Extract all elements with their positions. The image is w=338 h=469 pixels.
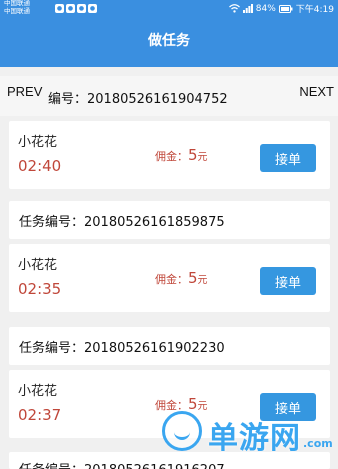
commission-label: 佣金： — [155, 150, 188, 163]
carrier-2: 中国联通 — [4, 6, 30, 15]
notification-icon: ● — [66, 4, 75, 13]
battery-percent: 84% — [255, 3, 276, 14]
watermark-text: 单游网 — [208, 421, 301, 456]
accept-task-button[interactable]: 接单 — [260, 267, 316, 295]
notification-icon: ● — [55, 4, 64, 13]
publisher-name: 小花花 — [18, 258, 58, 273]
task-time: 02:37 — [18, 406, 62, 424]
task-time: 02:40 — [18, 157, 62, 175]
page-title: 做任务 — [148, 33, 190, 49]
current-order-number: 编号：20180526161904752 — [48, 92, 228, 107]
task-order-number: 任务编号：20180526161859875 — [19, 215, 225, 230]
task-order-number: 任务编号：20180526161916207 — [19, 459, 225, 469]
task-time: 02:35 — [18, 280, 62, 298]
task-carousel-nav: PREV 编号：20180526161904752 NEXT — [0, 76, 338, 116]
watermark-suffix: .com — [303, 437, 333, 450]
notification-icons: ● ● ● ● — [55, 4, 97, 13]
battery-icon — [278, 4, 293, 13]
signal-icon — [242, 4, 253, 13]
accept-task-button[interactable]: 接单 — [260, 144, 316, 172]
task-id-row: 任务编号：20180526161859875 — [9, 201, 330, 239]
prev-button[interactable]: PREV — [7, 84, 42, 99]
commission-unit: 元 — [197, 152, 208, 163]
app-header: 中国联通 中国联通 ● ● ● ● 84% 下午4:19 做任务 — [0, 0, 338, 67]
next-button[interactable]: NEXT — [299, 84, 334, 99]
commission-amount: 5 — [188, 269, 198, 287]
task-id-row: 任务编号：20180526161902230 — [9, 327, 330, 365]
publisher-name: 小花花 — [18, 384, 58, 399]
notification-icon: ● — [88, 4, 97, 13]
status-bar: 中国联通 中国联通 ● ● ● ● 84% 下午4:19 — [0, 0, 338, 18]
task-card: 小花花 02:40 佣金：5元 接单 — [9, 121, 330, 189]
commission-amount: 5 — [188, 146, 198, 164]
carrier-labels: 中国联通 中国联通 — [4, 0, 30, 15]
commission-label: 佣金： — [155, 273, 188, 286]
commission: 佣金：5元 — [155, 145, 208, 164]
commission-unit: 元 — [197, 275, 208, 286]
watermark-logo-icon — [162, 411, 202, 451]
status-right: 84% 下午4:19 — [228, 2, 334, 15]
task-card: 小花花 02:35 佣金：5元 接单 — [9, 244, 330, 312]
clock: 下午4:19 — [295, 5, 334, 15]
notification-icon: ● — [77, 4, 86, 13]
publisher-name: 小花花 — [18, 135, 58, 150]
site-watermark: 单游网 .com — [162, 411, 333, 456]
task-order-number: 任务编号：20180526161902230 — [19, 341, 225, 356]
wifi-icon — [228, 4, 240, 13]
commission: 佣金：5元 — [155, 268, 208, 287]
